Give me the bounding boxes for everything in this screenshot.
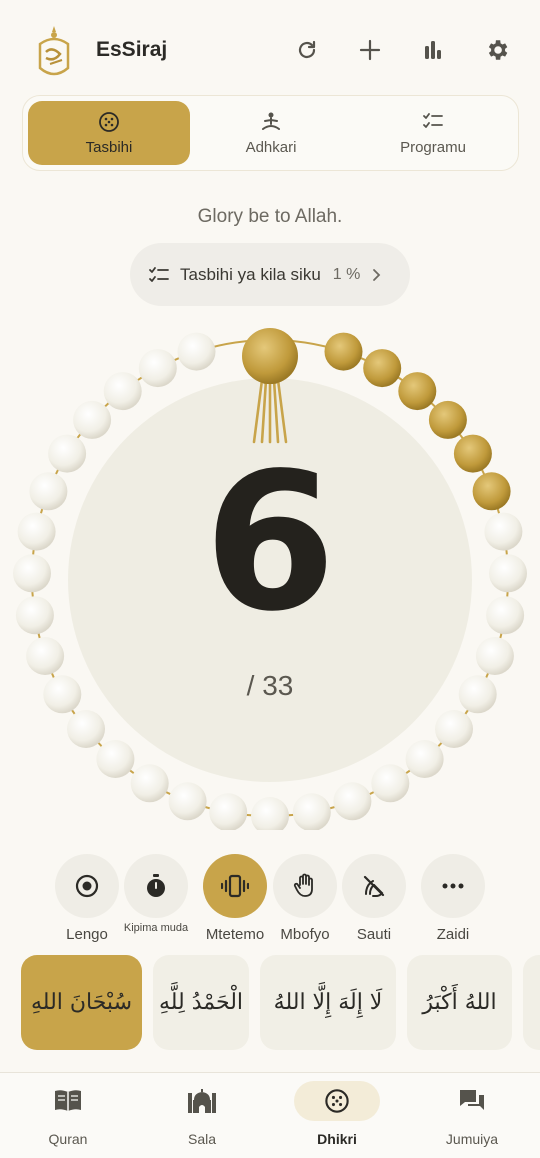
add-button[interactable] (354, 34, 386, 66)
checklist-icon (149, 266, 169, 282)
control-label: Zaidi (436, 926, 470, 943)
refresh-icon (298, 40, 316, 59)
bead (371, 764, 410, 803)
tab-label: Tasbihi (85, 138, 133, 156)
daily-progress-button[interactable]: Tasbihi ya kila siku 1 % (130, 243, 410, 306)
gear-icon (488, 40, 508, 60)
stats-button[interactable] (417, 34, 449, 66)
tab-tasbihi[interactable]: Tasbihi (28, 101, 190, 165)
settings-button[interactable] (481, 34, 513, 66)
stopwatch-icon (147, 874, 165, 897)
beads-icon (325, 1089, 349, 1113)
bead (73, 400, 112, 439)
target-icon (75, 874, 99, 898)
nav-quran[interactable]: Quran (18, 1081, 118, 1147)
sound-off-icon (363, 875, 385, 897)
bead (138, 349, 177, 388)
nav-dhikri[interactable]: Dhikri (287, 1081, 387, 1147)
bead (405, 740, 444, 778)
bead (96, 740, 135, 778)
head-bead (242, 328, 298, 384)
dhikr-card-partial[interactable] (523, 955, 540, 1050)
nav-label: Quran (48, 1131, 88, 1147)
bead (333, 782, 372, 821)
bead-counted (428, 400, 467, 439)
bead (435, 710, 473, 748)
dhikr-card[interactable]: اللهُ أَكْبَرُ (407, 955, 512, 1050)
counter-total: / 33 (246, 670, 294, 701)
bead (67, 710, 105, 748)
bead (168, 782, 207, 821)
bead-counted (324, 332, 363, 371)
daily-progress-label: Tasbihi ya kila siku (180, 264, 321, 284)
dhikr-card[interactable]: لَا إِلَهَ إِلَّا اللهُ (260, 955, 396, 1050)
bead (130, 764, 169, 803)
bead (292, 793, 331, 830)
mosque-icon (188, 1089, 216, 1113)
nav-label: Dhikri (317, 1131, 357, 1147)
daily-progress-percent: 1 % (332, 265, 361, 283)
sound-button[interactable]: Sauti (342, 854, 406, 943)
nav-sala[interactable]: Sala (152, 1081, 252, 1147)
mode-tabs: Tasbihi Adhkari Programu (22, 95, 519, 171)
nav-jumuiya[interactable]: Jumuiya (422, 1081, 522, 1147)
tab-adhkari[interactable]: Adhkari (190, 101, 352, 165)
tab-label: Programu (400, 138, 466, 156)
book-icon (55, 1090, 81, 1111)
bead-counted (398, 372, 437, 411)
nav-label: Sala (187, 1131, 217, 1147)
timer-button[interactable]: Kipima muda (124, 854, 188, 934)
hand-icon (293, 873, 313, 897)
bead-counted (363, 349, 402, 388)
bead (209, 793, 248, 830)
bottom-nav: Quran Sala Dhikri Jumuiya (0, 1072, 540, 1158)
counter-value: 6 (203, 432, 337, 653)
dhikr-card[interactable]: الْحَمْدُ لِلَّهِ (153, 955, 249, 1050)
bead (251, 797, 289, 830)
bead (177, 332, 216, 371)
chevron-right-icon (373, 268, 381, 281)
bead (103, 372, 142, 411)
dhikr-card[interactable]: سُبْحَانَ اللهِ (21, 955, 142, 1050)
stats-icon (425, 41, 441, 59)
header: EsSiraj (0, 0, 540, 100)
nav-label: Jumuiya (445, 1131, 499, 1147)
vibration-icon (221, 874, 249, 898)
dhikr-translation: Glory be to Allah. (197, 206, 343, 227)
beads-icon (99, 111, 119, 132)
checklist-icon (423, 112, 443, 128)
refresh-button[interactable] (291, 34, 323, 66)
tab-programu[interactable]: Programu (352, 101, 514, 165)
plus-icon (359, 39, 381, 61)
app-logo (38, 26, 70, 76)
more-button[interactable]: Zaidi (421, 854, 485, 943)
tab-label: Adhkari (245, 138, 297, 156)
dhikr-selector: سُبْحَانَ اللهِ الْحَمْدُ لِلَّهِ لَا إِ… (0, 955, 540, 1050)
meditation-icon (262, 112, 280, 130)
more-icon (442, 883, 464, 889)
app-title: EsSiraj (96, 38, 168, 61)
chat-icon (460, 1090, 484, 1110)
